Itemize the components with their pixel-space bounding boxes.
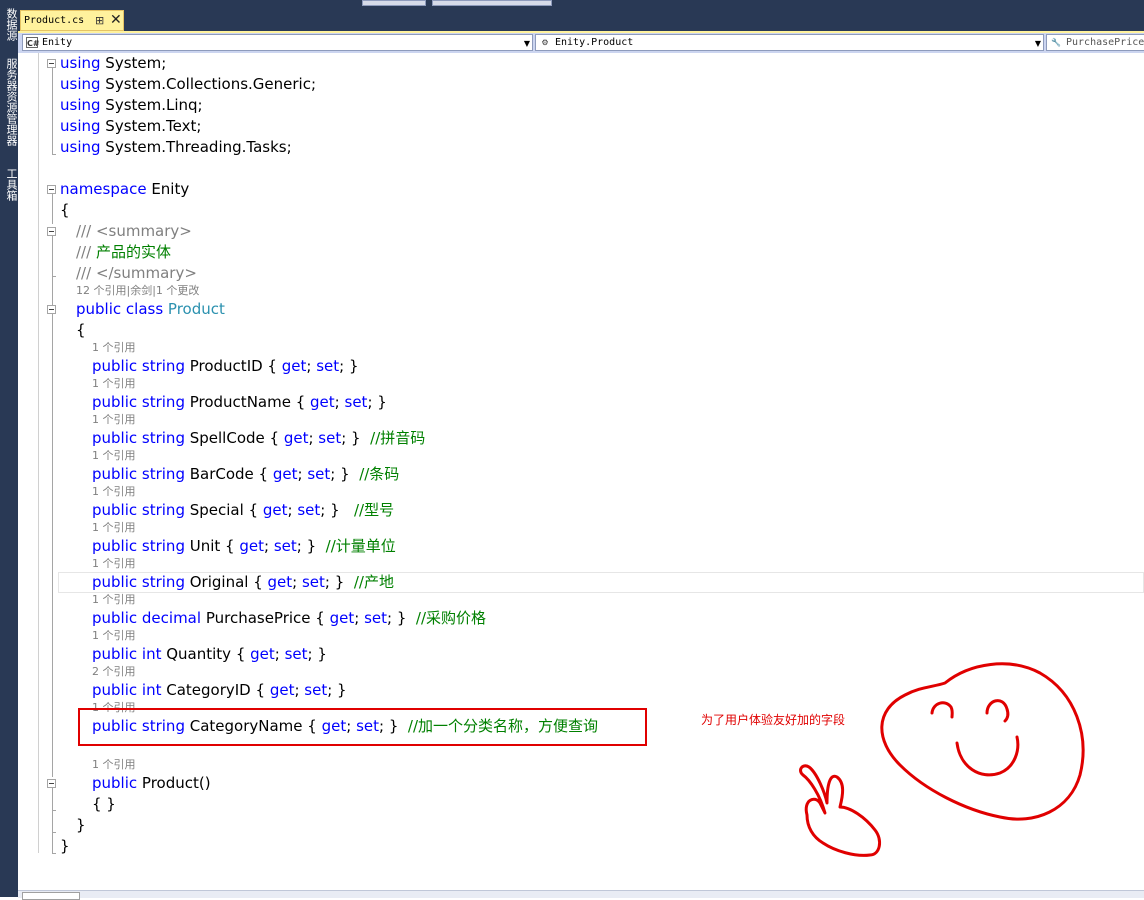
code-line[interactable]: public Product() bbox=[92, 773, 211, 794]
close-icon[interactable]: ✕ bbox=[110, 12, 122, 28]
code-line[interactable]: using System.Text; bbox=[60, 116, 201, 137]
codelens-references[interactable]: 1 个引用 bbox=[92, 485, 136, 499]
doodle-left-eye bbox=[930, 701, 954, 719]
doodle-right-eye bbox=[985, 699, 1010, 723]
codelens-references[interactable]: 1 个引用 bbox=[92, 449, 136, 463]
type-name: Enity.Product bbox=[555, 37, 634, 48]
document-tab-row: Product.cs ⊞ ✕ bbox=[18, 7, 1144, 31]
editor-margin-line bbox=[38, 53, 39, 853]
code-line[interactable]: /// <summary> bbox=[76, 221, 192, 242]
toolbar-dropdown-2[interactable] bbox=[432, 0, 552, 6]
codelens-references[interactable]: 1 个引用 bbox=[92, 629, 136, 643]
pin-icon[interactable]: ⊞ bbox=[95, 14, 104, 27]
sidebar-tab-data-sources[interactable]: 数据源 bbox=[1, 8, 18, 41]
sidebar-tab-server-explorer[interactable]: 服务器资源管理器 bbox=[1, 58, 18, 146]
hand-drawn-doodle bbox=[799, 662, 1085, 857]
tab-product-cs[interactable]: Product.cs ⊞ ✕ bbox=[20, 10, 124, 31]
code-line[interactable]: { bbox=[76, 320, 86, 341]
code-line[interactable]: public string Special { get; set; } //型号 bbox=[92, 500, 394, 521]
code-line[interactable]: public string ProductName { get; set; } bbox=[92, 392, 387, 413]
doodle-hand bbox=[799, 764, 882, 857]
codelens-references[interactable]: 1 个引用 bbox=[92, 341, 136, 355]
code-line[interactable]: public string SpellCode { get; set; } //… bbox=[92, 428, 425, 449]
outline-guide-end bbox=[52, 832, 56, 833]
wrench-icon: 🔧 bbox=[1051, 38, 1061, 47]
tab-title: Product.cs bbox=[24, 15, 85, 26]
outline-guide-end bbox=[52, 154, 56, 155]
outline-guide bbox=[52, 314, 53, 777]
outline-guide bbox=[52, 194, 53, 224]
codelens-references[interactable]: 1 个引用 bbox=[92, 593, 136, 607]
code-line[interactable]: using System; bbox=[60, 53, 166, 74]
outline-guide bbox=[52, 68, 53, 154]
outline-guide-end bbox=[52, 853, 56, 854]
code-line[interactable]: } bbox=[60, 836, 70, 857]
code-line[interactable]: using System.Collections.Generic; bbox=[60, 74, 316, 95]
navigation-bar: C# Enity ▼ ⚙ Enity.Product ▼ 🔧 PurchaseP… bbox=[18, 33, 1144, 53]
outline-guide bbox=[52, 788, 53, 854]
class-icon: ⚙ bbox=[541, 38, 549, 47]
code-line[interactable]: public int Quantity { get; set; } bbox=[92, 644, 327, 665]
codelens-references[interactable]: 1 个引用 bbox=[92, 557, 136, 571]
code-line[interactable]: using System.Linq; bbox=[60, 95, 203, 116]
outline-guide bbox=[52, 276, 53, 305]
chevron-down-icon[interactable]: ▼ bbox=[1035, 39, 1041, 48]
code-line[interactable]: public string ProductID { get; set; } bbox=[92, 356, 359, 377]
code-line[interactable]: using System.Threading.Tasks; bbox=[60, 137, 292, 158]
codelens-references[interactable]: 1 个引用 bbox=[92, 413, 136, 427]
toolbar-dropdown[interactable] bbox=[362, 0, 426, 6]
code-line[interactable]: namespace Enity bbox=[60, 179, 189, 200]
collapse-icon[interactable] bbox=[47, 227, 56, 236]
outline-guide-end bbox=[52, 810, 56, 811]
zoom-dropdown[interactable] bbox=[22, 892, 80, 900]
collapse-icon[interactable] bbox=[47, 185, 56, 194]
sidebar-tab-toolbox[interactable]: 工具箱 bbox=[1, 168, 18, 201]
code-line[interactable]: } bbox=[76, 815, 86, 836]
code-line[interactable]: public class Product bbox=[76, 299, 225, 320]
collapse-icon[interactable] bbox=[47, 59, 56, 68]
highlight-box bbox=[78, 708, 647, 746]
codelens-class-references[interactable]: 12 个引用|余剑|1 个更改 bbox=[76, 284, 199, 298]
project-name: Enity bbox=[42, 37, 73, 48]
code-line[interactable]: public int CategoryID { get; set; } bbox=[92, 680, 347, 701]
code-line[interactable]: public string BarCode { get; set; } //条码 bbox=[92, 464, 399, 485]
code-line[interactable]: /// 产品的实体 bbox=[76, 242, 171, 263]
member-dropdown[interactable]: 🔧 PurchasePrice bbox=[1046, 34, 1144, 51]
code-line[interactable]: public decimal PurchasePrice { get; set;… bbox=[92, 608, 486, 629]
codelens-references[interactable]: 1 个引用 bbox=[92, 377, 136, 391]
outline-guide bbox=[52, 236, 53, 276]
doodle-smile bbox=[955, 735, 1020, 777]
codelens-references[interactable]: 1 个引用 bbox=[92, 758, 136, 772]
codelens-references[interactable]: 1 个引用 bbox=[92, 521, 136, 535]
collapse-icon[interactable] bbox=[47, 305, 56, 314]
side-tool-strip: 数据源 服务器资源管理器 工具箱 bbox=[0, 0, 18, 897]
type-dropdown[interactable]: ⚙ Enity.Product ▼ bbox=[535, 34, 1044, 51]
codelens-references[interactable]: 2 个引用 bbox=[92, 665, 136, 679]
doodle-face-outline bbox=[880, 662, 1085, 821]
code-line[interactable]: public string Original { get; set; } //产… bbox=[92, 572, 394, 593]
code-line[interactable]: /// </summary> bbox=[76, 263, 197, 284]
project-dropdown[interactable]: C# Enity ▼ bbox=[22, 34, 533, 51]
collapse-icon[interactable] bbox=[47, 779, 56, 788]
member-name: PurchasePrice bbox=[1066, 37, 1144, 48]
code-line[interactable]: public string Unit { get; set; } //计量单位 bbox=[92, 536, 396, 557]
code-line[interactable]: { bbox=[60, 200, 70, 221]
csharp-file-icon: C# bbox=[26, 37, 40, 48]
code-line[interactable]: { } bbox=[92, 794, 116, 815]
top-toolbar-strip bbox=[18, 0, 1144, 7]
chevron-down-icon[interactable]: ▼ bbox=[524, 39, 530, 48]
